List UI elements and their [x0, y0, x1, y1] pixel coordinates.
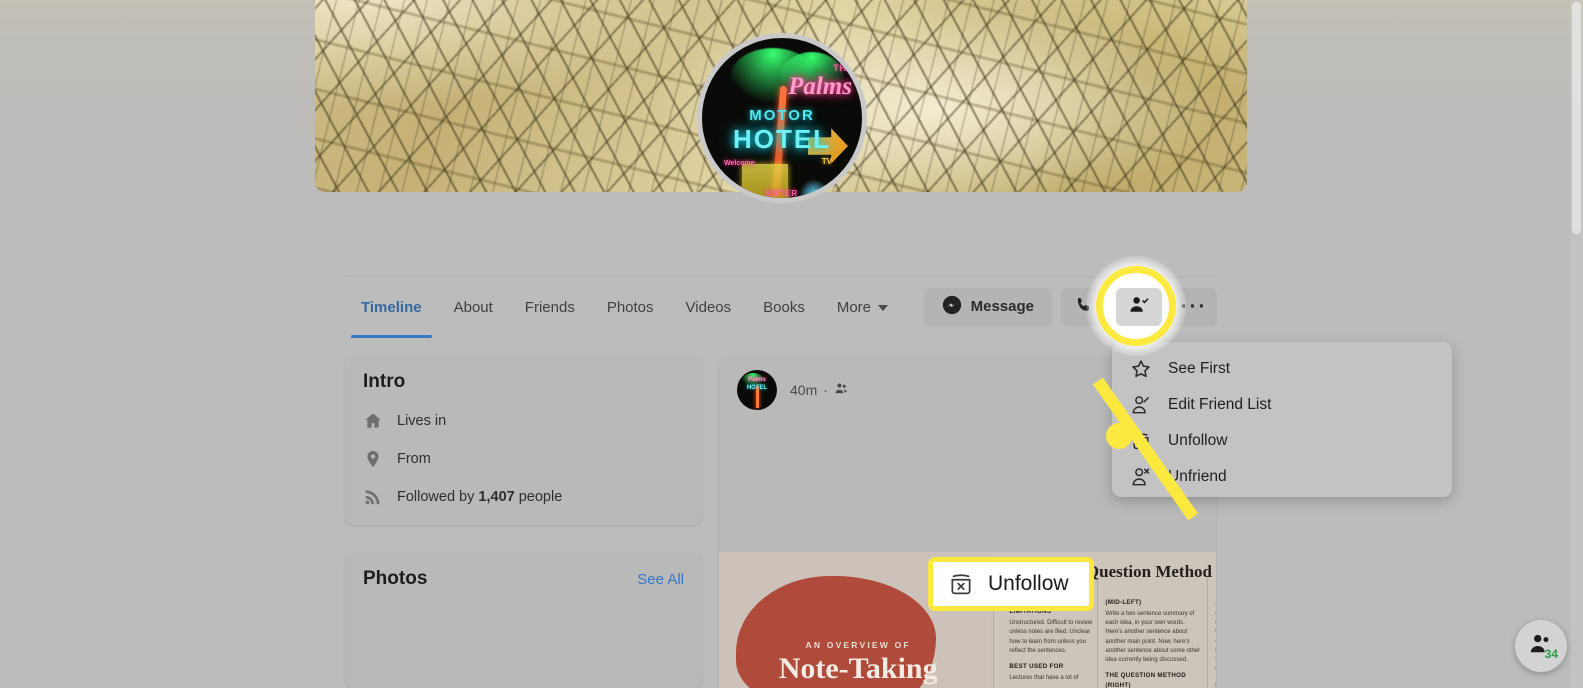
- home-icon: [363, 411, 383, 431]
- page-scrollbar-thumb[interactable]: [1572, 2, 1581, 234]
- tab-timeline-label: Timeline: [361, 299, 422, 316]
- neon-text-palms: Palms: [788, 73, 852, 100]
- post-image-title: Note-Taking: [778, 652, 938, 685]
- intro-from-label: From: [397, 451, 431, 467]
- page-scrollbar[interactable]: [1570, 0, 1583, 688]
- neon-text-tv: TV: [821, 157, 832, 166]
- post-image-right-title: Question Method: [1085, 562, 1212, 581]
- person-edit-icon: [1130, 394, 1152, 416]
- tab-books[interactable]: Books: [747, 277, 821, 338]
- message-button[interactable]: Message: [923, 287, 1052, 326]
- chat-unread-count: 34: [1544, 647, 1558, 661]
- dropdown-item-unfollow-label: Unfollow: [1168, 432, 1228, 449]
- post-author-avatar[interactable]: Palms HOTEL: [737, 370, 777, 410]
- tab-books-label: Books: [763, 299, 805, 316]
- intro-row-lives-in: Lives in: [363, 411, 684, 431]
- photos-card: Photos See All: [345, 553, 702, 688]
- col-a-body-1: Unstructured. Difficult to review unless…: [1009, 619, 1093, 654]
- intro-row-followers: Followed by 1,407 people: [363, 487, 684, 507]
- neon-text-welcome: Welcome: [724, 160, 755, 167]
- tab-friends-label: Friends: [524, 299, 575, 316]
- avatar-image: THE Palms MOTOR HOTEL Welcome TV ENTER: [702, 38, 862, 198]
- tab-photos-label: Photos: [606, 299, 654, 316]
- person-x-icon: [1130, 466, 1152, 488]
- followers-prefix: Followed by: [397, 489, 479, 505]
- post-avatar-pink-text: Palms: [748, 377, 766, 383]
- post-meta-separator: ·: [823, 382, 828, 398]
- profile-avatar[interactable]: THE Palms MOTOR HOTEL Welcome TV ENTER: [697, 33, 867, 203]
- tab-photos[interactable]: Photos: [591, 277, 670, 338]
- post-image-overline: AN OVERVIEW OF: [805, 640, 911, 650]
- followers-suffix: people: [514, 489, 563, 505]
- post-image-divider-3: [1207, 578, 1209, 688]
- col-a-body-2: Lectures that have a lot of: [1009, 674, 1079, 681]
- col-b-heading-0: (MID-LEFT): [1105, 599, 1142, 606]
- col-b-body-0: Write a two sentence summary of each ide…: [1105, 610, 1201, 664]
- photos-title: Photos: [363, 568, 428, 589]
- neon-text-the: THE: [833, 63, 854, 73]
- intro-card: Intro Lives in From Followed by 1,407 pe…: [345, 356, 702, 525]
- facebook-profile-page: THE Palms MOTOR HOTEL Welcome TV ENTER T…: [0, 0, 1583, 688]
- unfollow-box-icon: [947, 570, 975, 598]
- location-pin-icon: [363, 449, 383, 469]
- dropdown-item-unfollow[interactable]: Unfollow: [1112, 423, 1452, 459]
- tab-videos[interactable]: Videos: [670, 277, 748, 338]
- tab-more[interactable]: More: [821, 277, 904, 338]
- friends-audience-icon[interactable]: [834, 381, 849, 399]
- message-button-label: Message: [970, 298, 1034, 315]
- post-image-column-c: ADVANTAGES Good for review since the que…: [1215, 592, 1216, 688]
- chat-contacts-button[interactable]: 34: [1515, 620, 1567, 672]
- post-avatar-hotel-text: HOTEL: [746, 385, 768, 391]
- annotation-callout: Unfollow: [928, 557, 1094, 611]
- neon-sign-graphic: THE Palms MOTOR HOTEL Welcome TV ENTER: [702, 38, 862, 198]
- col-c-heading-1: ADVANTAGES: [1215, 598, 1216, 608]
- annotation-callout-label: Unfollow: [988, 572, 1069, 595]
- tab-videos-label: Videos: [685, 299, 732, 316]
- friend-check-icon: [1128, 294, 1150, 320]
- tab-about-label: About: [453, 299, 493, 316]
- neon-text-hotel: HOTEL: [732, 124, 832, 154]
- photos-card-header: Photos See All: [363, 568, 684, 590]
- tab-about[interactable]: About: [438, 277, 509, 338]
- intro-followers-text: Followed by 1,407 people: [397, 489, 562, 505]
- messenger-icon: [942, 295, 962, 319]
- dropdown-item-edit-friend-list-label: Edit Friend List: [1168, 396, 1272, 413]
- post-meta: 40m ·: [790, 381, 849, 399]
- photos-see-all-link[interactable]: See All: [637, 571, 684, 588]
- friends-status-button[interactable]: [1116, 287, 1162, 326]
- dropdown-item-see-first-label: See First: [1168, 360, 1231, 377]
- rss-icon: [363, 487, 383, 507]
- col-b-heading-1: THE QUESTION METHOD (RIGHT): [1105, 672, 1187, 688]
- intro-lives-in-label: Lives in: [397, 413, 447, 429]
- neon-text-enter: ENTER: [765, 189, 799, 198]
- profile-tabs: Timeline About Friends Photos Videos Boo…: [345, 277, 904, 338]
- tab-friends[interactable]: Friends: [509, 277, 591, 338]
- chevron-down-icon: [878, 304, 889, 311]
- neon-text-motor: MOTOR: [749, 107, 815, 124]
- star-icon: [1130, 358, 1152, 380]
- intro-title: Intro: [363, 371, 406, 392]
- followers-count: 1,407: [478, 489, 515, 505]
- col-c-body-1: Good for review since the questions serv…: [1215, 610, 1216, 675]
- annotation-pointer-dot: [1106, 423, 1132, 449]
- post-timestamp[interactable]: 40m: [790, 382, 817, 398]
- tab-timeline[interactable]: Timeline: [345, 277, 438, 338]
- col-c-heading-2: LIMITATIONS: [1215, 681, 1216, 688]
- post-image-divider-2: [1097, 578, 1099, 688]
- dropdown-item-edit-friend-list[interactable]: Edit Friend List: [1112, 387, 1452, 423]
- dropdown-item-see-first[interactable]: See First: [1112, 351, 1452, 387]
- tab-more-label: More: [836, 299, 872, 316]
- col-a-heading-2: BEST USED FOR: [1009, 663, 1064, 671]
- post-image-column-b: (MID-LEFT) Write a two sentence summary …: [1105, 592, 1201, 688]
- intro-row-from: From: [363, 449, 684, 469]
